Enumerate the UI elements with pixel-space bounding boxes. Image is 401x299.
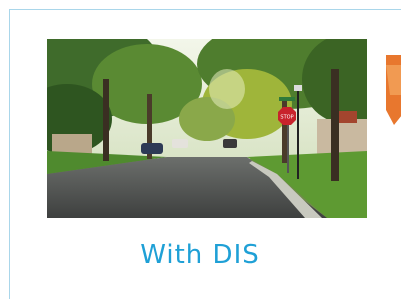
caption-text: With DIS xyxy=(140,240,260,270)
stop-sign-text: STOP xyxy=(280,115,293,121)
adjacent-slide-graphic xyxy=(386,55,401,125)
street-photo: STOP xyxy=(47,39,367,218)
adjacent-slide-peek xyxy=(386,55,401,125)
street-photo-graphic: STOP xyxy=(47,39,367,218)
